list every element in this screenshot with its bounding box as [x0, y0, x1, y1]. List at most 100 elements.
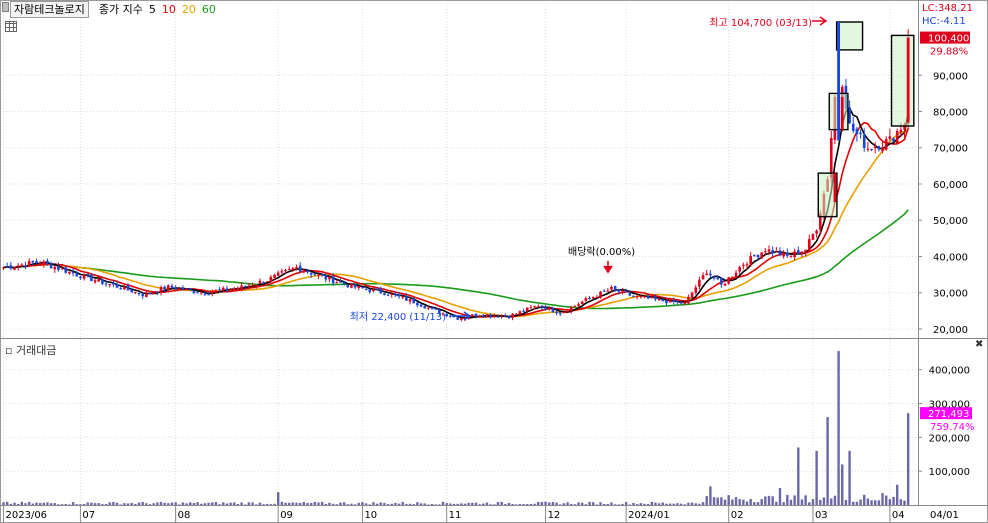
- candle-body: [753, 254, 756, 257]
- candle-body: [496, 316, 500, 318]
- candle-body: [683, 302, 687, 304]
- volume-bar: [654, 502, 657, 505]
- candle-body: [525, 307, 529, 312]
- volume-bar: [137, 502, 141, 505]
- volume-bar: [357, 502, 360, 505]
- candle-body: [232, 288, 236, 291]
- candle-body: [646, 295, 650, 299]
- candle-body: [742, 264, 745, 267]
- volume-bar: [884, 495, 888, 505]
- candle-body: [112, 282, 115, 285]
- candle-body: [555, 311, 558, 314]
- candle-body: [449, 315, 452, 317]
- candle-body: [866, 148, 870, 150]
- volume-bar: [793, 495, 796, 505]
- volume-bar: [295, 502, 298, 505]
- ma5-line: [3, 107, 909, 319]
- candle-body: [2, 267, 5, 269]
- volume-bar: [782, 502, 785, 505]
- candle-body: [895, 130, 899, 144]
- candle-body: [859, 132, 862, 135]
- candle-body: [771, 250, 774, 254]
- volume-bar: [386, 504, 390, 505]
- candle-body: [877, 146, 881, 150]
- volume-bar: [258, 502, 262, 505]
- candle-body: [254, 284, 258, 287]
- candle-body: [800, 251, 804, 255]
- volume-bar: [559, 504, 562, 505]
- volume-bar: [837, 351, 840, 505]
- volume-bar: [756, 502, 760, 505]
- volume-bar: [211, 502, 214, 505]
- volume-bar: [764, 496, 767, 505]
- candle-body: [782, 252, 785, 257]
- candle-body: [269, 276, 273, 282]
- close-icon[interactable]: ✖: [975, 339, 983, 350]
- volume-bar: [522, 504, 525, 505]
- volume-bar: [97, 503, 100, 505]
- candle-body: [71, 272, 75, 274]
- volume-bar: [64, 503, 67, 505]
- candle-body: [665, 300, 668, 304]
- candle-body: [591, 296, 595, 299]
- candle-body: [306, 270, 309, 273]
- volume-bar: [478, 504, 481, 505]
- volume-bar: [892, 496, 895, 505]
- key-candle: [906, 37, 910, 123]
- candle-body: [156, 292, 159, 294]
- candle-body: [760, 252, 763, 259]
- volume-bar: [775, 501, 778, 505]
- candle-body: [606, 290, 610, 292]
- candle-body: [764, 251, 767, 253]
- candle-body: [372, 289, 375, 292]
- candle-body: [104, 283, 108, 285]
- candle-body: [862, 135, 866, 148]
- dividend-arrow-icon: [603, 261, 613, 274]
- candle-body: [694, 287, 698, 293]
- stock-name-box[interactable]: 자람테크놀로지: [10, 0, 89, 18]
- x-tick-label: 2023/06: [6, 510, 48, 521]
- volume-bar: [588, 501, 591, 505]
- volume-bar: [185, 503, 188, 505]
- candle-body: [27, 261, 31, 266]
- candle-body: [262, 281, 265, 284]
- candle-body: [511, 313, 514, 319]
- candle-body: [119, 288, 123, 290]
- table-icon[interactable]: [5, 21, 17, 32]
- volume-bar: [602, 504, 606, 505]
- volume-bar: [591, 502, 595, 505]
- volume-bar: [613, 504, 617, 505]
- volume-bar: [606, 504, 610, 505]
- volume-bar: [287, 502, 291, 505]
- volume-bar: [723, 499, 727, 505]
- volume-bar: [822, 497, 826, 505]
- volume-bar: [577, 502, 580, 505]
- volume-bar: [471, 502, 474, 505]
- candle-body: [137, 292, 141, 295]
- candle-body: [599, 291, 602, 298]
- volume-bar: [350, 503, 353, 505]
- candle-body: [188, 288, 192, 290]
- volume-bar: [284, 502, 287, 505]
- lc-label: LC:348.21: [922, 3, 973, 14]
- volume-bar: [778, 488, 782, 505]
- volume-bar: [24, 503, 27, 505]
- candle-body: [507, 315, 511, 319]
- volume-bar: [562, 503, 566, 505]
- volume-bar: [657, 503, 661, 505]
- candle-body: [471, 314, 474, 317]
- candle-body: [749, 255, 752, 265]
- volume-bar: [372, 502, 375, 505]
- volume-bar: [467, 502, 470, 505]
- ma-10-label: 10: [161, 2, 176, 16]
- highlight-box: [890, 34, 915, 127]
- volume-bar: [331, 503, 335, 505]
- volume-bar: [101, 504, 104, 505]
- volume-bar: [511, 503, 514, 505]
- candle-body: [533, 306, 536, 308]
- volume-bar: [500, 501, 503, 505]
- candle-body: [218, 289, 221, 291]
- volume-bar: [313, 501, 317, 505]
- volume-bar: [280, 501, 284, 505]
- candle-body: [79, 276, 82, 279]
